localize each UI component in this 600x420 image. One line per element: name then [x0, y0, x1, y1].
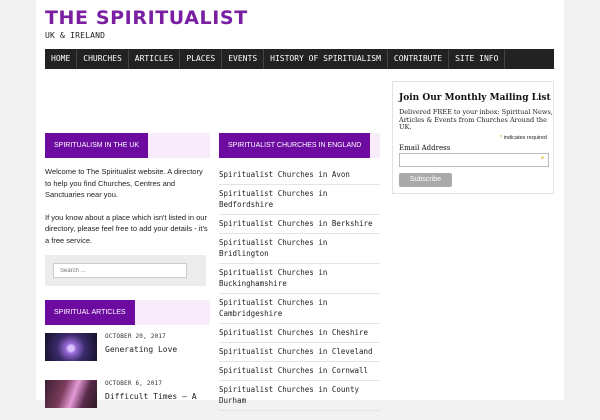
required-text: indicates required [502, 135, 547, 141]
article-item[interactable]: OCTOBER 6, 2017 Difficult Times – A [45, 380, 210, 420]
nav-item-churches[interactable]: CHURCHES [77, 49, 129, 69]
church-link-berkshire[interactable]: Spiritualist Churches in Berkshire [219, 215, 380, 234]
church-link-bridlington[interactable]: Spiritualist Churches in Bridlington [219, 234, 380, 264]
search-widget [45, 255, 206, 286]
article-date: OCTOBER 20, 2017 [105, 333, 166, 340]
spiritualism-widget-header: SPIRITUALISM IN THE UK [45, 133, 210, 158]
spiritualism-heading: SPIRITUALISM IN THE UK [45, 133, 149, 158]
intro-paragraph-2: If you know about a place which isn't li… [45, 212, 208, 245]
nav-item-home[interactable]: HOME [45, 49, 78, 69]
email-label: Email Address [399, 144, 451, 152]
church-link-cambridgeshire[interactable]: Spiritualist Churches in Cambridgeshire [219, 294, 380, 324]
page: THE SPIRITUALIST UK & IRELAND HOME CHURC… [36, 0, 564, 411]
churches-widget-header: SPIRITUALIST CHURCHES IN ENGLAND [219, 133, 380, 158]
nav-item-history[interactable]: HISTORY OF SPIRITUALISM [264, 49, 388, 69]
article-thumbnail[interactable] [45, 333, 97, 361]
article-date: OCTOBER 6, 2017 [105, 380, 163, 387]
church-link-buckinghamshire[interactable]: Spiritualist Churches in Buckinghamshire [219, 264, 380, 294]
article-title[interactable]: Difficult Times – A [105, 391, 210, 403]
church-link-cornwall[interactable]: Spiritualist Churches in Cornwall [219, 362, 380, 381]
churches-heading: SPIRITUALIST CHURCHES IN ENGLAND [219, 133, 371, 158]
email-field[interactable]: * [399, 153, 549, 167]
subscribe-button[interactable]: Subscribe [399, 173, 452, 187]
article-item[interactable]: OCTOBER 20, 2017 Generating Love [45, 333, 210, 373]
church-list: Spiritualist Churches in Avon Spirituali… [219, 166, 380, 411]
required-note: * indicates required [500, 135, 547, 141]
nav-item-events[interactable]: EVENTS [222, 49, 265, 69]
mailing-description: Delivered FREE to your inbox: Spiritual … [399, 108, 553, 131]
intro-text: Welcome to The Spiritualist website. A d… [45, 166, 210, 246]
nav-item-places[interactable]: PLACES [180, 49, 223, 69]
mailing-list-form: Join Our Monthly Mailing List Delivered … [392, 81, 554, 194]
site-title[interactable]: THE SPIRITUALIST [45, 7, 248, 29]
articles-widget-header: SPIRITUAL ARTICLES [45, 300, 210, 325]
email-required-star: * [540, 155, 544, 164]
intro-paragraph-1: Welcome to The Spiritualist website. A d… [45, 167, 203, 199]
mailing-title: Join Our Monthly Mailing List [399, 93, 551, 103]
article-thumbnail[interactable] [45, 380, 97, 408]
church-link-avon[interactable]: Spiritualist Churches in Avon [219, 166, 380, 185]
church-link-county-durham[interactable]: Spiritualist Churches in County Durham [219, 381, 380, 411]
church-link-cleveland[interactable]: Spiritualist Churches in Cleveland [219, 343, 380, 362]
articles-heading: SPIRITUAL ARTICLES [45, 300, 135, 325]
nav-item-site-info[interactable]: SITE INFO [449, 49, 506, 69]
church-link-cheshire[interactable]: Spiritualist Churches in Cheshire [219, 324, 380, 343]
nav-item-contribute[interactable]: CONTRIBUTE [388, 49, 450, 69]
main-nav: HOME CHURCHES ARTICLES PLACES EVENTS HIS… [45, 49, 554, 69]
site-tagline: UK & IRELAND [45, 31, 106, 40]
article-title[interactable]: Generating Love [105, 344, 210, 356]
search-input[interactable] [53, 263, 187, 278]
nav-item-articles[interactable]: ARTICLES [129, 49, 181, 69]
church-link-bedfordshire[interactable]: Spiritualist Churches in Bedfordshire [219, 185, 380, 215]
